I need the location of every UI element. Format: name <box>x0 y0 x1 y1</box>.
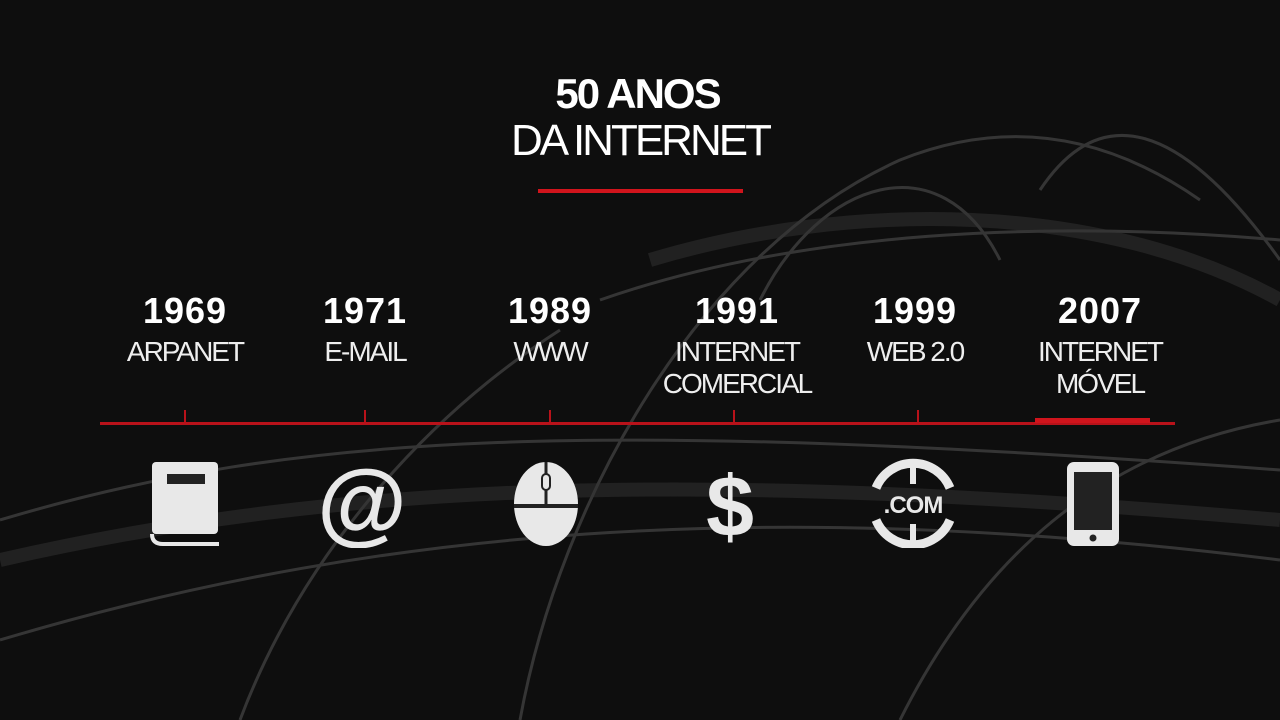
mouse-icon <box>514 462 578 546</box>
at-sign-icon: @ <box>317 458 407 548</box>
active-marker-2007 <box>1035 418 1150 423</box>
timeline-item-2007: 2007 INTERNET MÓVEL <box>990 290 1210 400</box>
timeline-axis <box>100 422 1175 425</box>
globe-text: .COM <box>884 492 943 519</box>
book-icon <box>150 462 219 546</box>
tick-1989 <box>549 410 551 423</box>
svg-text:@: @ <box>317 458 407 548</box>
title-underline <box>538 189 743 193</box>
title-bold: 50 ANOS <box>555 70 721 117</box>
year: 2007 <box>1057 290 1143 331</box>
title-light: DA INTERNET <box>511 116 772 165</box>
event-label: INTERNET <box>1038 336 1164 367</box>
globe-com-icon: .COM <box>871 458 955 548</box>
tick-1971 <box>364 410 366 423</box>
tick-1969 <box>184 410 186 423</box>
tick-1991 <box>733 410 735 423</box>
tick-1999 <box>917 410 919 423</box>
event-label-line2: COMERCIAL <box>662 368 813 399</box>
svg-text:$: $ <box>706 459 754 548</box>
dollar-icon: $ <box>706 459 754 548</box>
smartphone-icon <box>1067 462 1119 546</box>
event-label-line2: MÓVEL <box>1055 368 1146 399</box>
